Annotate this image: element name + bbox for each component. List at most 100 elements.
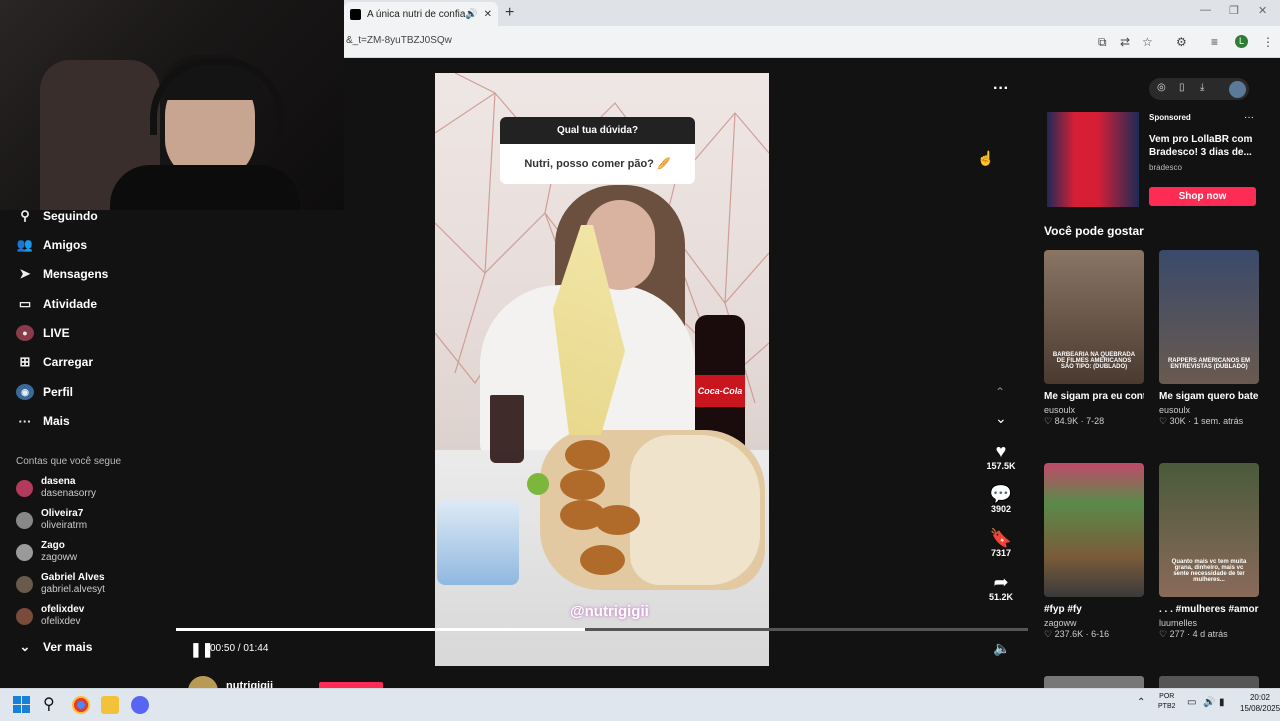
lime xyxy=(527,473,549,495)
messages-icon: ➤ xyxy=(19,266,31,281)
discord-icon[interactable] xyxy=(131,696,149,714)
following-account[interactable]: ofelixdev ofelixdev xyxy=(16,601,84,631)
sidebar-item-amigos[interactable]: 👥 Amigos xyxy=(16,234,87,256)
sidebar-item-atividade[interactable]: ▭ Atividade xyxy=(16,293,97,315)
fried-snack xyxy=(595,505,640,535)
heart-icon: ♡ xyxy=(1044,416,1055,426)
video-thumbnail[interactable]: BARBEARIA NA QUEBRADA DE FILMES AMERICAN… xyxy=(1044,250,1144,384)
extensions-icon[interactable]: ⚙ xyxy=(1176,35,1187,49)
recommended-video[interactable]: Quanto mais vc tem muita grana, dinheiro… xyxy=(1159,463,1259,640)
recommended-video[interactable]: #fyp #fy zagoww ♡ 237.6K · 6-16 xyxy=(1044,463,1144,640)
video-thumbnail[interactable] xyxy=(1159,676,1259,688)
search-icon[interactable]: ⚲ xyxy=(43,694,55,714)
volume-icon[interactable]: 🔈 xyxy=(993,640,1010,657)
close-window-icon[interactable]: ✕ xyxy=(1258,4,1267,17)
video-thumbnail[interactable]: RAPPERS AMERICANOS EM ENTREVISTAS (DUBLA… xyxy=(1159,250,1259,384)
recommended-video[interactable]: BARBEARIA NA QUEBRADA DE FILMES AMERICAN… xyxy=(1044,250,1144,427)
following-icon: ⚲ xyxy=(20,208,30,223)
autoscroll-icon[interactable]: ◎ xyxy=(1157,82,1166,93)
webcam-person-shirt xyxy=(110,165,300,210)
fried-snack xyxy=(580,545,625,575)
video-thumbnail[interactable]: Quanto mais vc tem muita grana, dinheiro… xyxy=(1159,463,1259,597)
heart-icon: ♡ xyxy=(1159,629,1170,639)
tab-audio-icon[interactable]: 🔊 xyxy=(465,9,477,20)
heart-icon: ♡ xyxy=(1159,416,1170,426)
video-time: 00:50 / 01:44 xyxy=(210,643,269,654)
video-thumbnail[interactable] xyxy=(1044,676,1144,688)
following-account[interactable]: Zago zagoww xyxy=(16,537,77,567)
sidebar-item-seguindo[interactable]: ⚲ Seguindo xyxy=(16,205,97,227)
following-account[interactable]: dasena dasenasorry xyxy=(16,473,96,503)
avatar xyxy=(16,479,33,497)
ad-image[interactable] xyxy=(1047,112,1139,207)
sidebar-item-carregar[interactable]: ⊞ Carregar xyxy=(16,351,93,373)
sponsored-label: Sponsored xyxy=(1149,113,1191,122)
recommended-video[interactable]: RAPPERS AMERICANOS EM ENTREVISTAS (DUBLA… xyxy=(1159,250,1259,427)
ad-text[interactable]: Vem pro LollaBR com Bradesco! 3 dias de.… xyxy=(1149,133,1259,159)
windows-start-icon[interactable] xyxy=(13,696,30,713)
previous-video-icon[interactable]: ⌃ xyxy=(995,385,1005,399)
media-control-icon[interactable]: ≡ xyxy=(1211,35,1218,49)
snack-bag xyxy=(437,500,519,585)
sidebar-item-mais[interactable]: ··· Mais xyxy=(16,410,70,432)
following-account[interactable]: Oliveira7 oliveiratrm xyxy=(16,505,87,535)
user-avatar[interactable] xyxy=(1229,81,1246,98)
avatar xyxy=(16,607,33,625)
more-options-icon[interactable]: ··· xyxy=(993,80,1009,98)
coke-label: Coca-Cola xyxy=(695,375,745,407)
video-watermark: @nutrigigii xyxy=(570,603,649,620)
chevron-down-icon: ⌄ xyxy=(19,639,31,654)
friends-icon: 👥 xyxy=(16,237,34,252)
recommendations-title: Você pode gostar xyxy=(1044,224,1144,238)
following-account[interactable]: Gabriel Alves gabriel.alvesyt xyxy=(16,569,105,599)
cast-icon[interactable]: ⧉ xyxy=(1098,35,1107,50)
profile-avatar[interactable]: L xyxy=(1235,35,1248,48)
like-button[interactable]: ♥ 157.5K xyxy=(984,441,1018,471)
upload-icon: ⊞ xyxy=(19,354,31,369)
download-icon[interactable]: ⤓ xyxy=(1200,82,1204,93)
speaker-icon[interactable]: 🔊 xyxy=(1203,697,1215,708)
question-header: Qual tua dúvida? xyxy=(500,117,695,144)
video-thumbnail[interactable] xyxy=(1044,463,1144,597)
url-text[interactable]: &_t=ZM-8yuTBZJ0SQw xyxy=(346,35,452,46)
profile-icon: ◉ xyxy=(16,384,34,400)
network-icon[interactable]: ▭ xyxy=(1187,697,1196,708)
activity-icon: ▭ xyxy=(18,296,32,311)
battery-icon[interactable]: ▮ xyxy=(1219,697,1225,708)
clock[interactable]: 20:02 15/08/2025 xyxy=(1240,692,1280,714)
shop-now-button[interactable]: Shop now xyxy=(1149,187,1256,206)
file-explorer-icon[interactable] xyxy=(101,696,119,714)
ad-options-icon[interactable]: ··· xyxy=(1244,112,1254,123)
bookmark-star-icon[interactable]: ☆ xyxy=(1142,35,1153,49)
see-more-button[interactable]: ⌄ Ver mais xyxy=(16,636,93,658)
minimize-icon[interactable]: — xyxy=(1200,4,1211,16)
sidebar-item-perfil[interactable]: ◉ Perfil xyxy=(16,381,73,403)
restore-icon[interactable]: ❐ xyxy=(1229,4,1239,17)
sidebar-item-live[interactable]: ● LIVE xyxy=(16,322,70,344)
mobile-icon[interactable]: ▯ xyxy=(1179,82,1185,93)
progress-fill xyxy=(176,628,585,631)
sidebar-item-mensagens[interactable]: ➤ Mensagens xyxy=(16,263,109,285)
comment-button[interactable]: 💬 3902 xyxy=(984,484,1018,514)
heart-icon: ♥ xyxy=(995,441,1007,461)
heart-icon: ♡ xyxy=(1044,629,1055,639)
tab-close-icon[interactable]: ✕ xyxy=(484,9,492,20)
browser-menu-icon[interactable]: ⋮ xyxy=(1262,35,1274,49)
question-sticker: Qual tua dúvida? Nutri, posso comer pão?… xyxy=(500,117,695,184)
tiktok-favicon-icon xyxy=(350,8,361,20)
new-tab-icon[interactable]: + xyxy=(505,4,514,22)
bread-inside xyxy=(630,435,760,585)
question-text: Nutri, posso comer pão? 🥖 xyxy=(524,158,671,170)
save-button[interactable]: 🔖 7317 xyxy=(984,528,1018,558)
mouse-cursor-icon: ☝ xyxy=(977,150,995,166)
translate-icon[interactable]: ⇄ xyxy=(1120,35,1130,49)
comment-icon: 💬 xyxy=(989,484,1013,504)
chrome-icon[interactable] xyxy=(72,696,90,714)
fried-snack xyxy=(565,440,610,470)
more-icon: ··· xyxy=(18,413,32,429)
tray-expand-icon[interactable]: ⌃ xyxy=(1137,697,1145,708)
share-button[interactable]: ➦ 51.2K xyxy=(984,572,1018,602)
language-indicator[interactable]: POR PTB2 xyxy=(1158,692,1176,712)
next-video-icon[interactable]: ⌄ xyxy=(995,410,1007,427)
browser-tab[interactable]: A única nutri de confiança 🔊 ✕ xyxy=(344,2,498,26)
